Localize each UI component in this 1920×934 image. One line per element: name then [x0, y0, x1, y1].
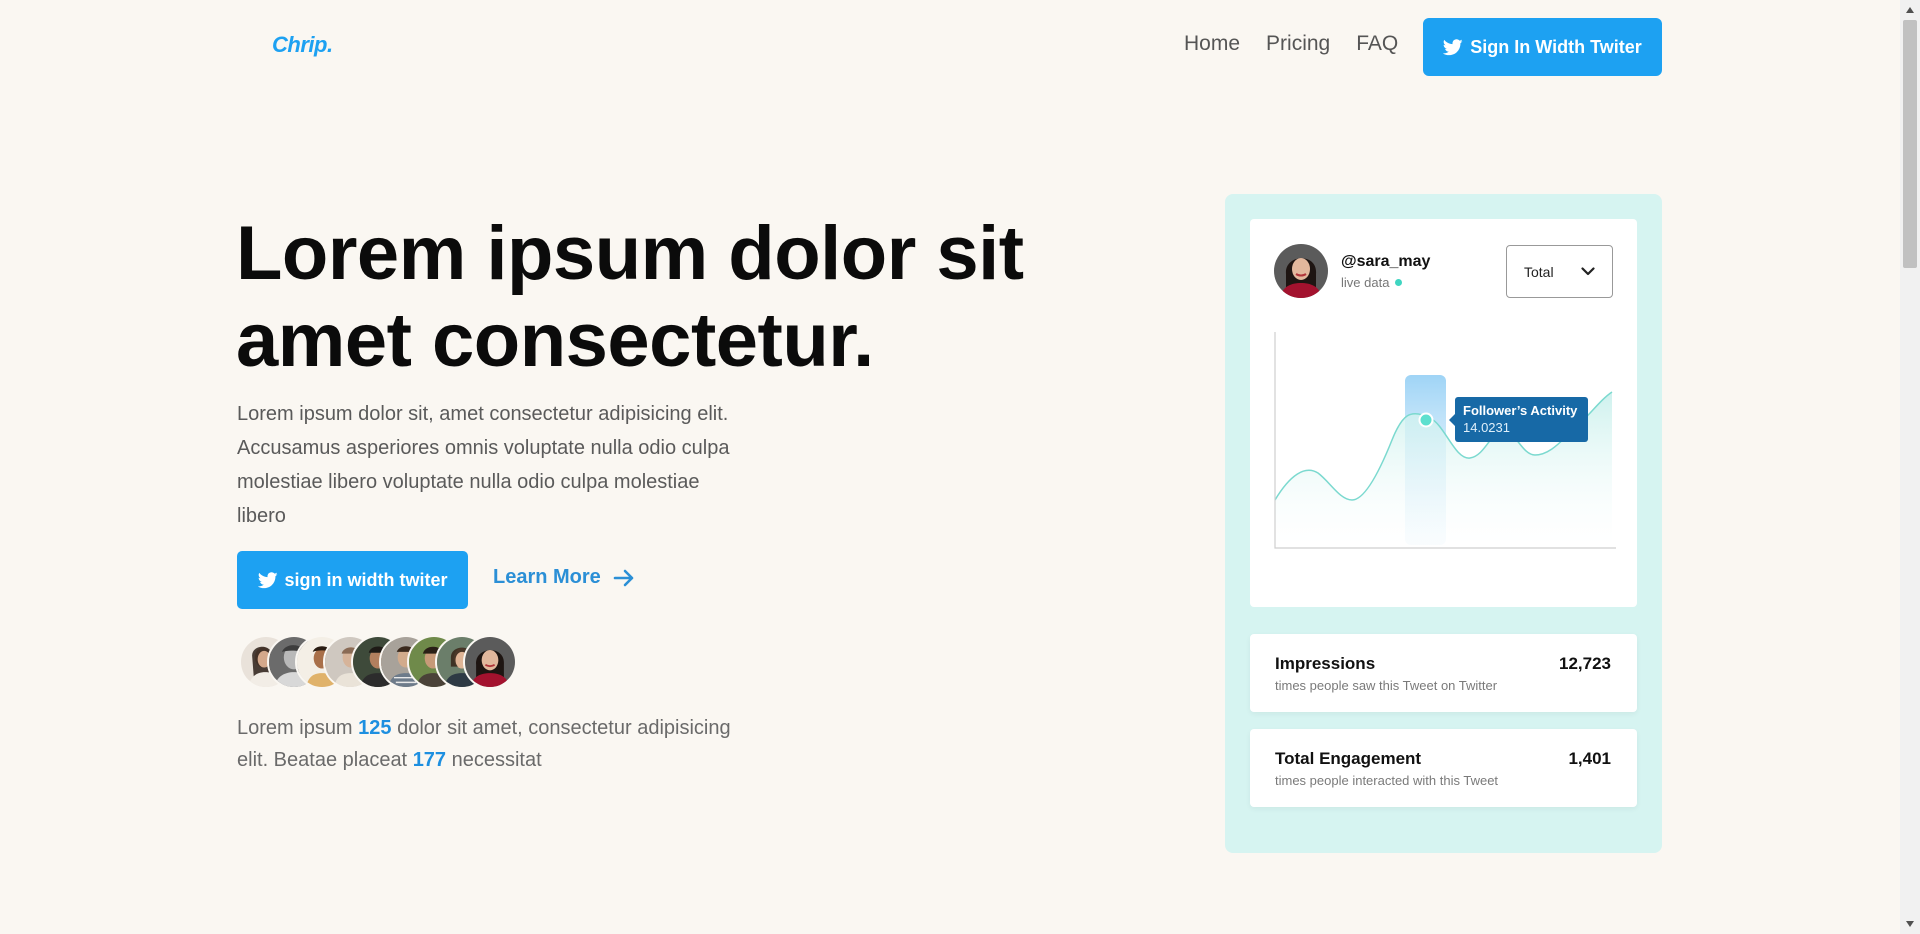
period-select-value: Total	[1524, 263, 1554, 280]
profile-avatar	[1274, 244, 1328, 298]
nav-sign-in-twitter-button[interactable]: Sign In Width Twiter	[1423, 18, 1662, 76]
profile-handle: @sara_may	[1341, 253, 1431, 270]
twitter-bird-icon	[257, 571, 278, 589]
tooltip-title: Follower’s Activity	[1463, 403, 1578, 418]
activity-point[interactable]	[1418, 412, 1434, 428]
stat-label: Total Engagement	[1275, 749, 1422, 768]
stat-description: times people interacted with this Tweet	[1275, 773, 1499, 788]
hero-sign-in-twitter-button[interactable]: sign in width twiter	[237, 551, 468, 609]
hero-title: Lorem ipsum dolor sit amet consectetur.	[236, 210, 1136, 384]
hero-note-number-2: 177	[412, 749, 447, 771]
stat-label: Impressions	[1275, 654, 1376, 673]
hero-note-text-1: Lorem ipsum	[237, 717, 359, 739]
hero-description: Lorem ipsum dolor sit, amet consectetur …	[237, 403, 730, 527]
activity-tooltip: Follower’s Activity 14.0231	[1449, 397, 1588, 442]
live-status: live data	[1341, 275, 1403, 290]
learn-more-link[interactable]: Learn More	[493, 566, 635, 589]
arrow-right-icon	[613, 569, 635, 587]
brand-logo[interactable]: Chrip.	[272, 32, 333, 58]
nav-link-faq[interactable]: FAQ	[1356, 32, 1398, 56]
hero-note: Lorem ipsum 125 dolor sit amet, consecte…	[237, 712, 757, 776]
live-status-label: live data	[1341, 275, 1390, 290]
stat-description: times people saw this Tweet on Twitter	[1275, 678, 1498, 693]
scroll-up-arrow-icon[interactable]	[1905, 6, 1915, 14]
nav-cta-label: Sign In Width Twiter	[1470, 36, 1642, 57]
hero-cta-label: sign in width twiter	[284, 569, 448, 590]
top-navbar: Chrip. Home Pricing FAQ Sign In Width Tw…	[0, 0, 1900, 92]
nav-link-home[interactable]: Home	[1184, 32, 1240, 56]
period-select[interactable]: Total	[1506, 245, 1613, 298]
nav-links: Home Pricing FAQ	[1184, 32, 1398, 56]
nav-link-pricing[interactable]: Pricing	[1266, 32, 1330, 56]
scrollbar-thumb[interactable]	[1903, 20, 1917, 268]
tooltip-value: 14.0231	[1463, 420, 1510, 435]
stat-value: 12,723	[1559, 654, 1611, 673]
twitter-bird-icon	[1443, 38, 1463, 56]
hero-title-line-1: Lorem ipsum dolor sit	[236, 211, 1024, 296]
scroll-down-arrow-icon[interactable]	[1905, 920, 1915, 928]
hero-note-number-1: 125	[358, 717, 392, 739]
stat-value: 1,401	[1568, 749, 1611, 768]
avatar	[463, 635, 517, 689]
hero-note-text-3: necessitat	[446, 749, 542, 771]
chevron-down-icon	[1581, 267, 1595, 276]
learn-more-label: Learn More	[493, 566, 601, 588]
user-avatar-stack	[239, 635, 539, 689]
hero-title-line-2: amet consectetur.	[236, 298, 874, 383]
live-indicator-dot	[1395, 279, 1403, 286]
impressions-card: Impressions times people saw this Tweet …	[1250, 634, 1637, 712]
engagement-card: Total Engagement times people interacted…	[1250, 729, 1637, 807]
